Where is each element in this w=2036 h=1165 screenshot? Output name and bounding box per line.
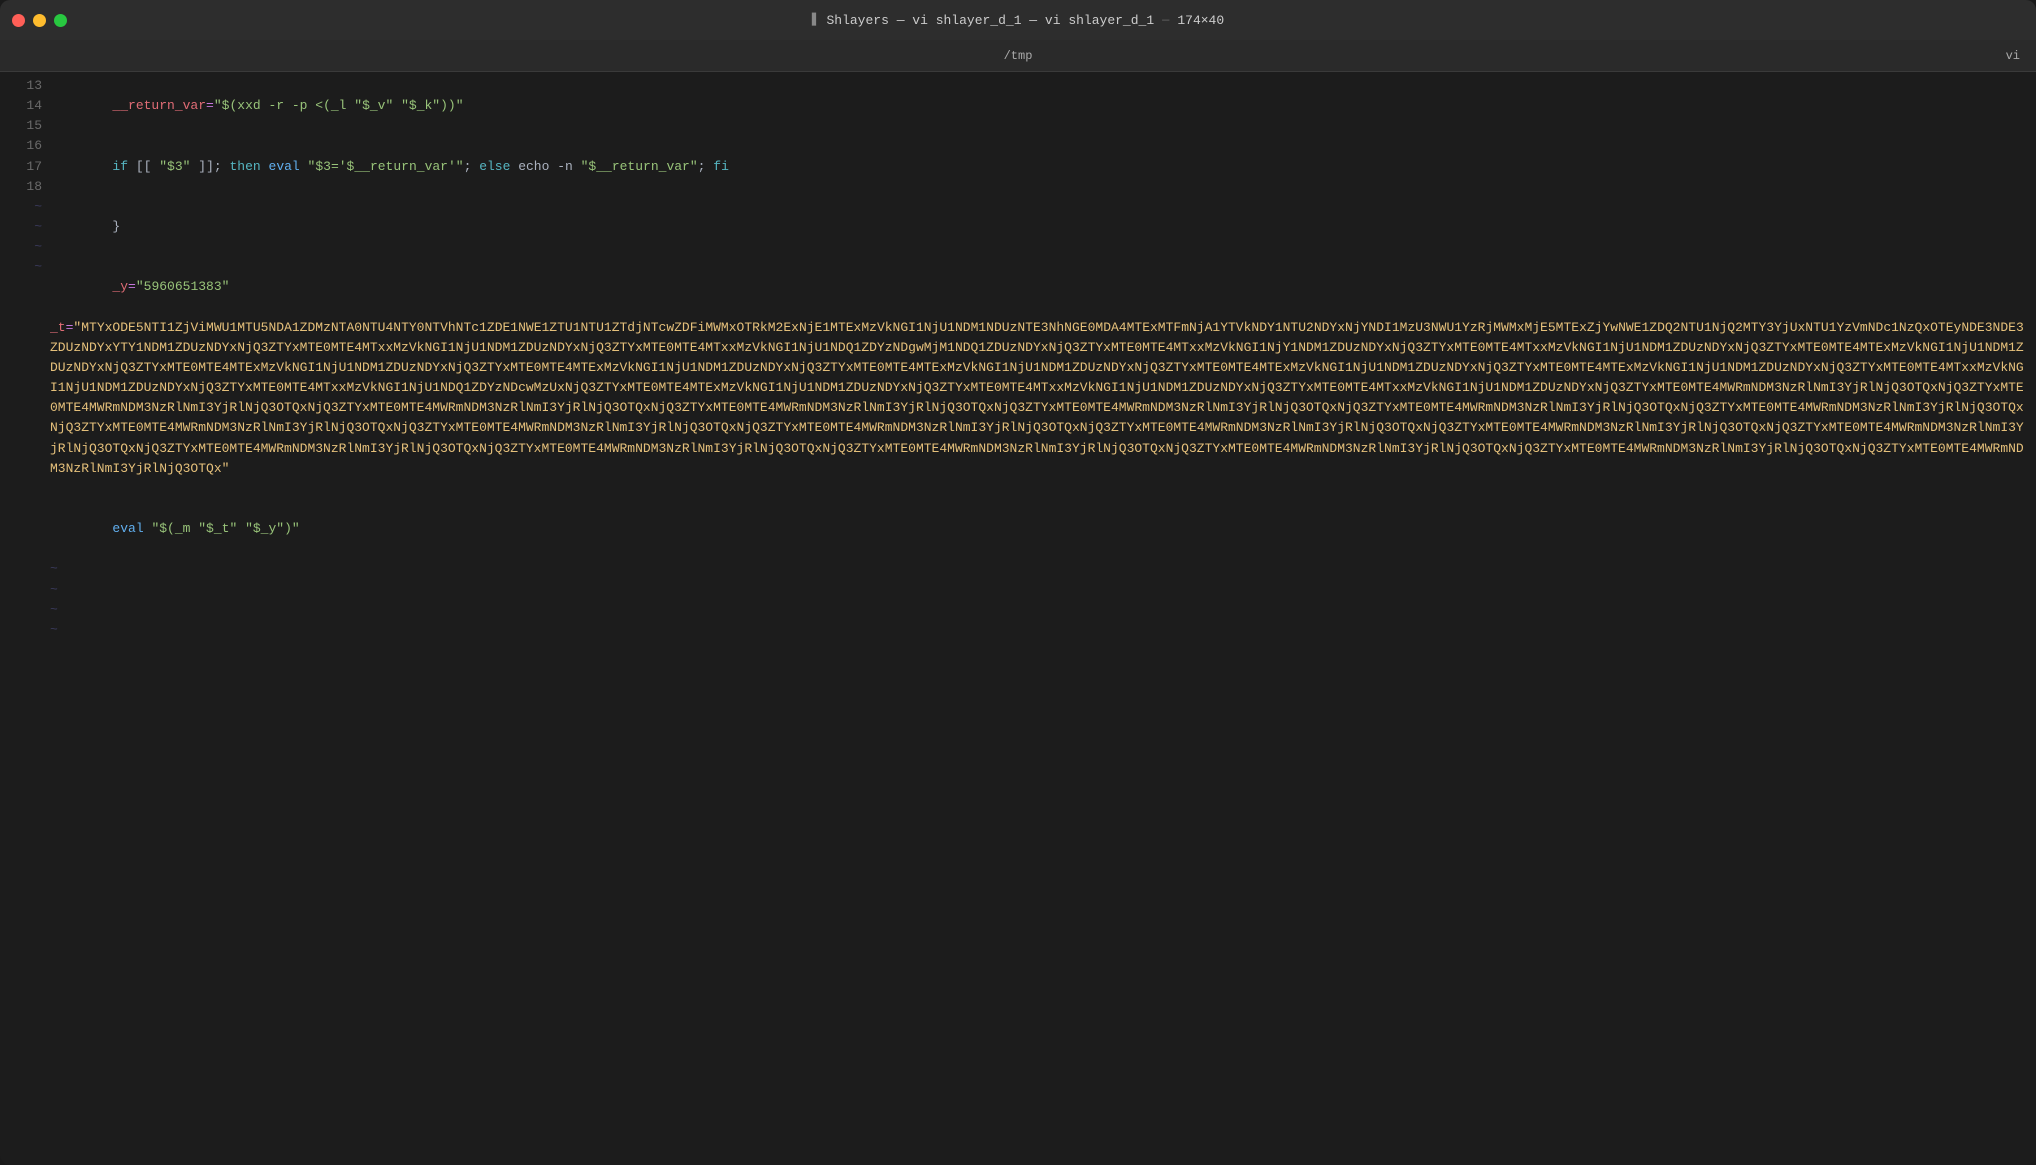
- title-separator: —: [1162, 13, 1169, 27]
- window-dimensions: 174×40: [1177, 13, 1224, 28]
- code-line-14: if [[ "$3" ]]; then eval "$3='$__return_…: [50, 136, 2036, 196]
- line-num-14: 14: [12, 96, 42, 116]
- tilde-3: ~: [12, 237, 42, 257]
- tilde-4: ~: [12, 257, 42, 277]
- code-line-16: _y="5960651383": [50, 257, 2036, 317]
- tilde-2: ~: [12, 217, 42, 237]
- code-line-15: }: [50, 197, 2036, 257]
- line-numbers: 13 14 15 16 17 18: [0, 76, 50, 1161]
- tab-label: /tmp: [1004, 49, 1033, 63]
- tab-bar: /tmp vi: [0, 40, 2036, 72]
- terminal-window: ▋ Shlayers — vi shlayer_d_1 — vi shlayer…: [0, 0, 2036, 1165]
- close-button[interactable]: [12, 14, 25, 27]
- vi-indicator: vi: [2006, 49, 2020, 63]
- tilde-line-3: ~: [50, 600, 2036, 620]
- line-num-13: 13: [12, 76, 42, 96]
- code-line-13: __return_var="$(xxd -r -p <(_l "$_v" "$_…: [50, 76, 2036, 136]
- tilde-line-1: ~: [50, 559, 2036, 579]
- minimize-button[interactable]: [33, 14, 46, 27]
- line-num-15: 15: [12, 116, 42, 136]
- line-num-18: 18: [12, 177, 42, 197]
- terminal-icon: ▋: [812, 13, 819, 27]
- title-center: ▋ Shlayers — vi shlayer_d_1 — vi shlayer…: [812, 13, 1224, 28]
- window-title: Shlayers — vi shlayer_d_1 — vi shlayer_d…: [826, 13, 1154, 28]
- tilde-line-4: ~: [50, 620, 2036, 640]
- title-bar: ▋ Shlayers — vi shlayer_d_1 — vi shlayer…: [0, 0, 2036, 40]
- code-line-18: eval "$(_m "$_t" "$_y")": [50, 499, 2036, 559]
- editor-area[interactable]: 13 14 15 16 17 18: [0, 72, 2036, 1165]
- code-content: __return_var="$(xxd -r -p <(_l "$_v" "$_…: [50, 76, 2036, 1161]
- code-line-17: _t="MTYxODE5NTI1ZjViMWU1MTU5NDA1ZDMzNTA0…: [50, 318, 2036, 499]
- traffic-lights: [12, 14, 67, 27]
- maximize-button[interactable]: [54, 14, 67, 27]
- tilde-line-2: ~: [50, 580, 2036, 600]
- code-var: __return_var: [112, 98, 206, 113]
- line-num-16: 16: [12, 136, 42, 156]
- tilde-1: ~: [12, 197, 42, 217]
- line-num-17: 17: [12, 157, 42, 177]
